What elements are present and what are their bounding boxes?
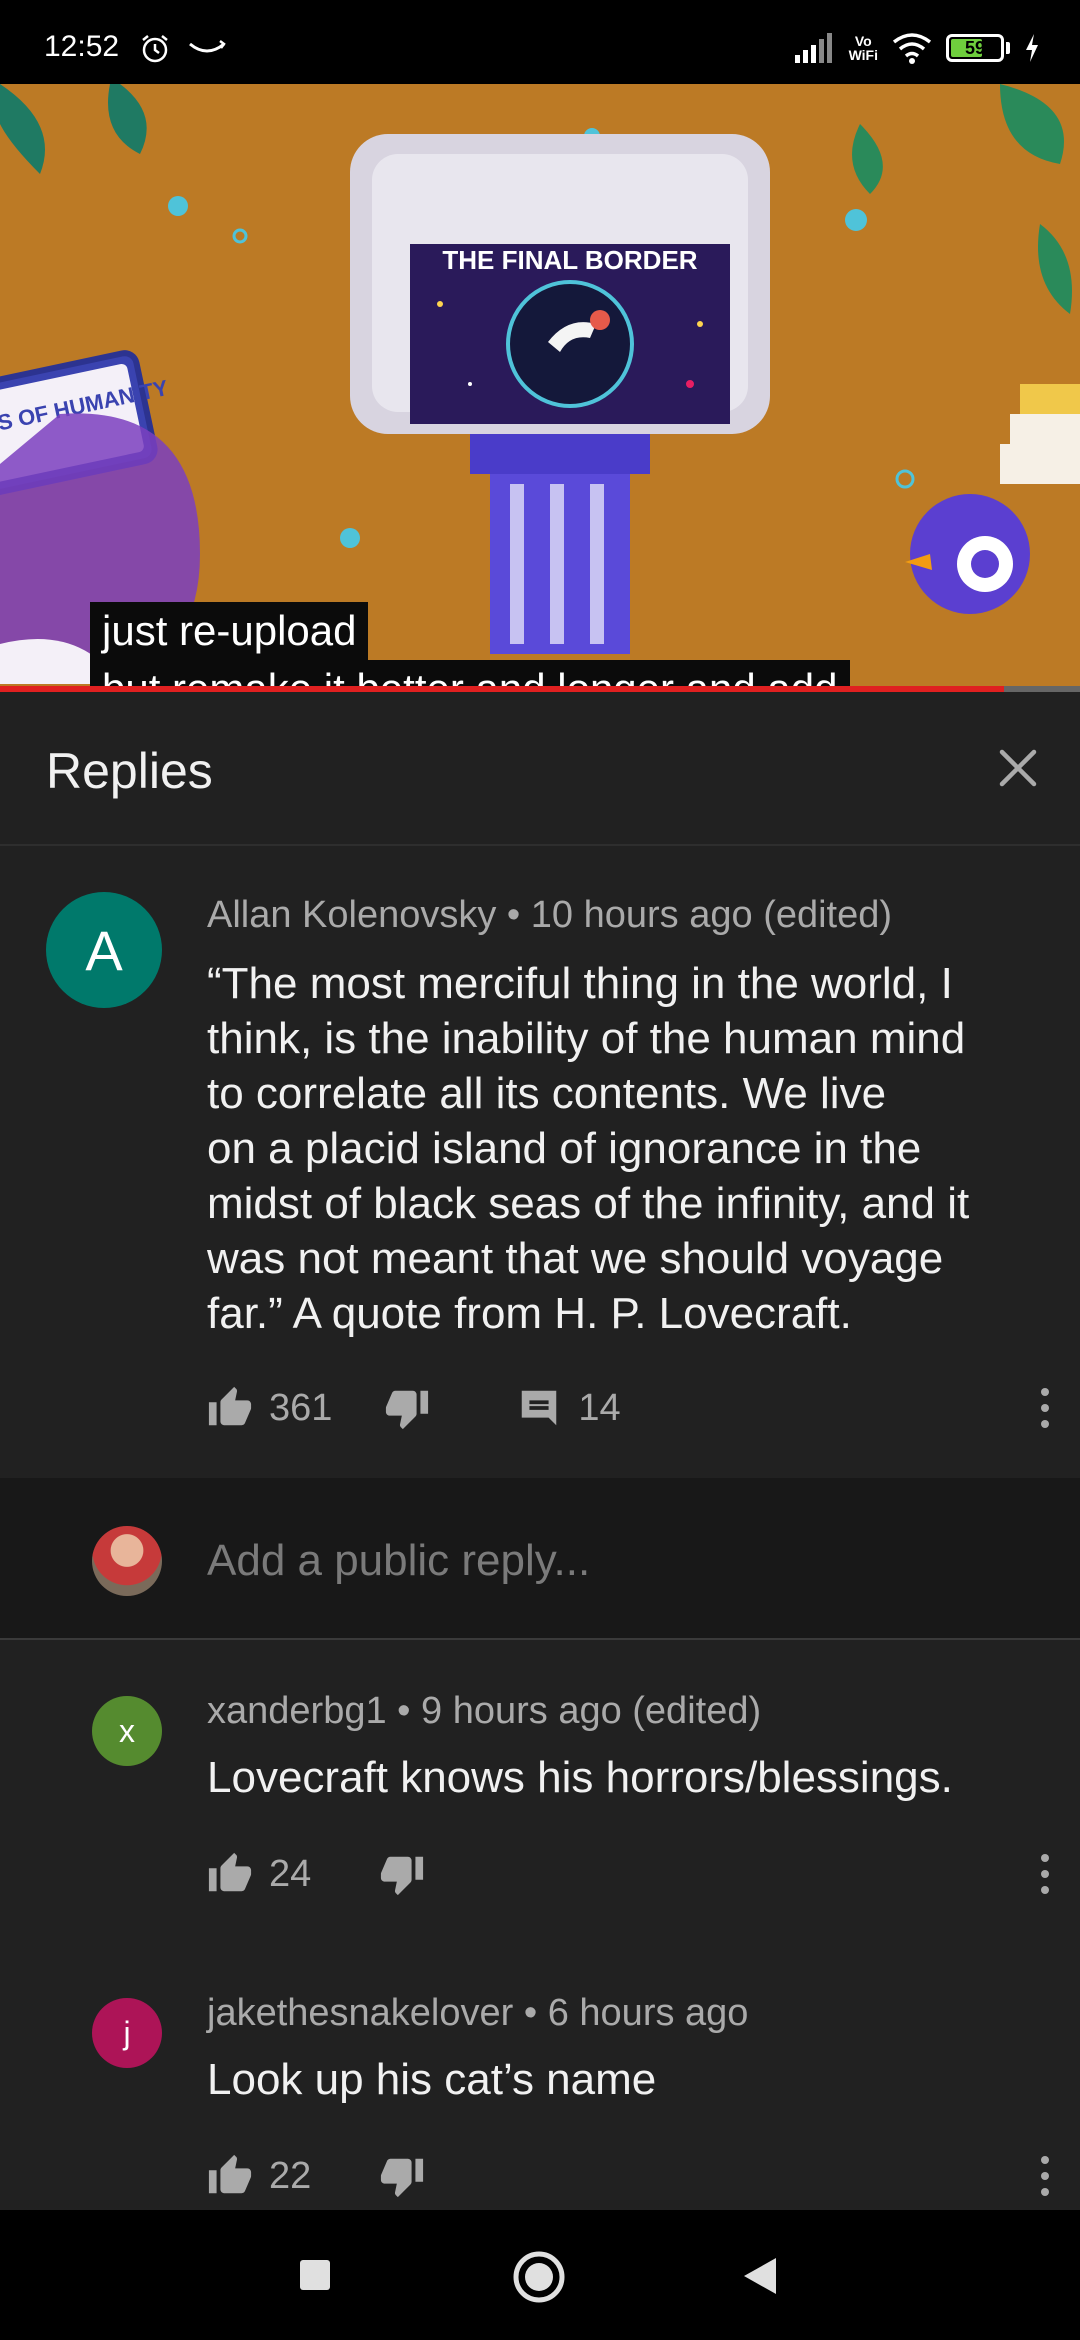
battery-cap [1006, 42, 1010, 54]
caption-line-1: just re-upload [90, 602, 369, 660]
charging-icon [1026, 34, 1038, 62]
more-options-icon[interactable] [1038, 2154, 1052, 2198]
battery-icon: 59 [946, 34, 1004, 62]
close-icon[interactable] [988, 738, 1048, 798]
like-count: 22 [269, 2154, 312, 2197]
avatar[interactable]: j [92, 1998, 162, 2068]
signal-icon [794, 33, 832, 63]
comment-text: “The most merciful thing in the world, I… [207, 956, 1047, 1341]
back-button[interactable] [742, 2256, 778, 2296]
add-reply-bar[interactable]: Add a public reply... [0, 1478, 1080, 1640]
user-avatar [92, 1526, 162, 1596]
reply-text: Look up his cat’s name [207, 2055, 657, 2104]
battery-level: 59 [964, 38, 986, 58]
thumbs-up-icon[interactable] [207, 1385, 253, 1431]
thumbs-down-icon[interactable] [384, 1385, 430, 1431]
avatar[interactable]: A [46, 892, 162, 1008]
thumbs-down-icon[interactable] [379, 1851, 425, 1897]
vowifi-top: Vo [854, 33, 872, 49]
video-caption: just re-upload but remake it better and … [90, 602, 850, 690]
reply-meta: jakethesnakelover • 6 hours ago [207, 1992, 749, 2034]
status-icons: Vo WiFi 59 [794, 30, 1040, 66]
status-bar: 12:52 Vo WiFi 59 [0, 0, 1080, 84]
wifi-icon [892, 33, 932, 64]
video-player[interactable]: LIMITS OF HUMANITY THE FINAL BORDER just… [0, 84, 1080, 690]
reply-actions: 24 [207, 1844, 425, 1904]
thumbs-down-icon[interactable] [379, 2153, 425, 2199]
reply-count: 14 [578, 1386, 621, 1429]
home-button[interactable] [512, 2250, 566, 2304]
more-options-icon[interactable] [1038, 1386, 1052, 1430]
comment-text-line: think, is the inability of the human min… [207, 1014, 966, 1063]
video-frame: LIMITS OF HUMANITY THE FINAL BORDER [0, 84, 1080, 690]
reply-input[interactable]: Add a public reply... [207, 1536, 590, 1586]
reply-actions: 22 [207, 2146, 425, 2206]
comment-text-line: midst of black seas of the infinity, and… [207, 1179, 970, 1228]
comment-text-line: “The most merciful thing in the world, I [207, 959, 953, 1008]
reply-meta: xanderbg1 • 9 hours ago (edited) [207, 1690, 762, 1732]
like-count: 24 [269, 1852, 312, 1895]
reply-icon[interactable] [516, 1385, 562, 1431]
vowifi-bottom: WiFi [848, 47, 878, 63]
navigation-bar [0, 2210, 1080, 2340]
replies-header: Replies [0, 692, 1080, 846]
notification-icon [189, 40, 226, 53]
comment-text-line: far.” A quote from H. P. Lovecraft. [207, 1289, 852, 1338]
vowifi-indicator: Vo WiFi [849, 34, 878, 62]
replies-title: Replies [46, 743, 213, 799]
comment-actions: 361 14 [207, 1378, 621, 1438]
reply-text: Lovecraft knows his horrors/blessings. [207, 1753, 953, 1802]
screen-title: THE FINAL BORDER [442, 245, 697, 275]
like-count: 361 [269, 1386, 333, 1429]
main-comment: A Allan Kolenovsky • 10 hours ago (edite… [0, 846, 1080, 1478]
comment-text-line: on a placid island of ignorance in the [207, 1124, 922, 1173]
thumbs-up-icon[interactable] [207, 2153, 253, 2199]
avatar[interactable]: x [92, 1696, 162, 1766]
alarm-icon [142, 35, 168, 63]
comment-meta: Allan Kolenovsky • 10 hours ago (edited) [207, 894, 893, 936]
comment-text-line: was not meant that we should voyage [207, 1234, 944, 1283]
more-options-icon[interactable] [1038, 1852, 1052, 1896]
comment-text-line: to correlate all its contents. We live [207, 1069, 887, 1118]
status-time: 12:52 [44, 30, 120, 63]
thumbs-up-icon[interactable] [207, 1851, 253, 1897]
recent-apps-button[interactable] [298, 2258, 332, 2292]
reply-list: x xanderbg1 • 9 hours ago (edited) Lovec… [0, 1640, 1080, 2210]
